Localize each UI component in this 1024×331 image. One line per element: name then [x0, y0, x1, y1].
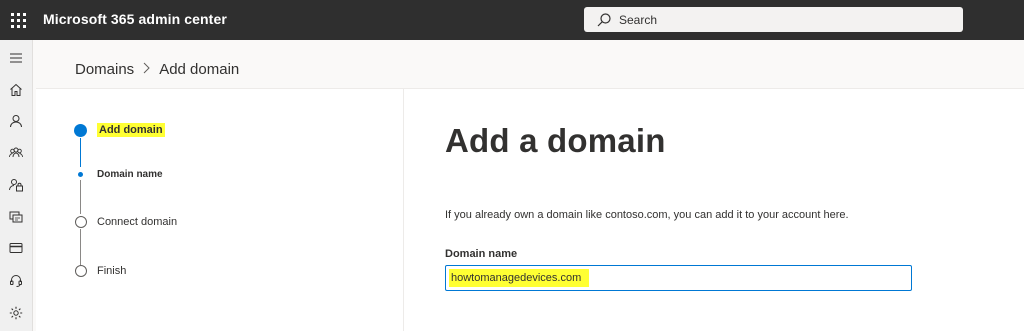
page-description: If you already own a domain like contoso… [445, 209, 849, 221]
step-add-domain-label: Add domain [97, 123, 165, 137]
breadcrumb-domains-link[interactable]: Domains [75, 61, 134, 78]
resources-icon[interactable] [6, 207, 26, 227]
page-title: Add a domain [445, 122, 666, 159]
search-icon [597, 12, 611, 26]
step-connect-domain[interactable]: Connect domain [97, 216, 177, 228]
left-nav [0, 40, 33, 331]
billing-icon[interactable] [6, 238, 26, 258]
panel-divider [403, 88, 404, 331]
support-icon[interactable] [6, 270, 26, 290]
app-launcher-icon[interactable] [0, 0, 36, 40]
step-connect-domain-indicator [75, 216, 87, 228]
settings-icon[interactable] [6, 303, 26, 323]
step-add-domain-indicator [74, 124, 87, 137]
search-placeholder: Search [619, 12, 658, 27]
home-icon[interactable] [6, 80, 26, 100]
search-box[interactable]: Search [584, 7, 963, 32]
domain-name-label: Domain name [445, 248, 518, 260]
step-connector [80, 138, 81, 167]
domain-name-input[interactable]: howtomanagedevices.com [445, 265, 912, 291]
domain-name-value: howtomanagedevices.com [449, 269, 590, 287]
app-title[interactable]: Microsoft 365 admin center [43, 11, 227, 27]
step-domain-name-indicator [78, 172, 83, 177]
menu-icon[interactable] [6, 48, 26, 68]
roles-icon[interactable] [6, 175, 26, 195]
breadcrumb-separator-icon [142, 61, 151, 78]
user-icon[interactable] [6, 111, 26, 131]
step-connector [80, 180, 81, 214]
breadcrumb-current: Add domain [159, 61, 240, 78]
step-finish[interactable]: Finish [97, 265, 126, 277]
groups-icon[interactable] [6, 143, 26, 163]
breadcrumb: Domains Add domain [75, 61, 239, 78]
step-finish-indicator [75, 265, 87, 277]
step-connector [80, 229, 81, 265]
top-bar: Microsoft 365 admin center Search [0, 0, 1024, 40]
step-domain-name[interactable]: Domain name [97, 169, 163, 180]
step-add-domain[interactable]: Add domain [97, 123, 165, 137]
